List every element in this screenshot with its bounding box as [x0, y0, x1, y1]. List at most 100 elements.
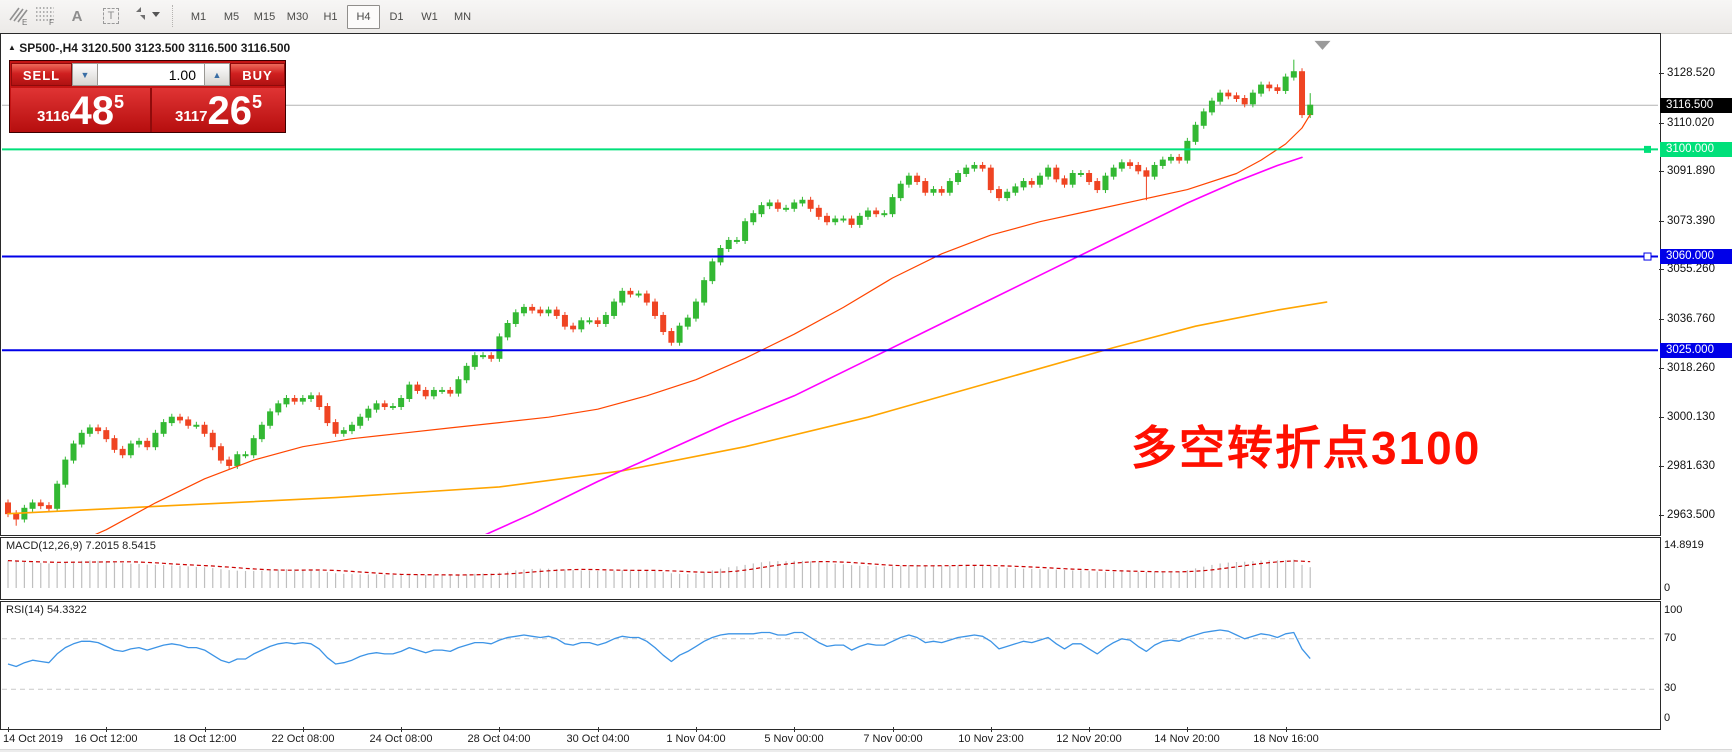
svg-text:F: F — [49, 18, 54, 26]
bid-prefix: 3116 — [37, 108, 70, 132]
level-price-label: 3100.000 — [1660, 142, 1732, 157]
time-tick — [106, 727, 107, 732]
price-tick-dash — [1659, 466, 1664, 467]
timeframe-button-w1[interactable]: W1 — [413, 5, 446, 29]
bid-big: 48 — [70, 91, 115, 132]
sell-button[interactable]: SELL — [11, 63, 72, 86]
time-tick-label: 14 Oct 2019 — [3, 733, 63, 745]
time-tick-label: 14 Nov 20:00 — [1154, 733, 1219, 745]
price-tick-label: 3018.260 — [1667, 361, 1715, 375]
timeframe-button-m15[interactable]: M15 — [248, 5, 281, 29]
bid-sup: 5 — [114, 88, 124, 113]
time-tick — [303, 727, 304, 732]
rsi-label: RSI(14) 54.3322 — [6, 604, 87, 616]
time-tick-label: 22 Oct 08:00 — [272, 733, 335, 745]
timeframe-button-d1[interactable]: D1 — [380, 5, 413, 29]
text-label-icon[interactable]: A — [64, 4, 90, 28]
price-tick-label: 3091.890 — [1667, 164, 1715, 178]
current-price-label: 3116.500 — [1660, 98, 1732, 113]
time-tick-label: 16 Oct 12:00 — [75, 733, 138, 745]
level-price-label: 3025.000 — [1660, 343, 1732, 358]
trading-app-window: E F A T M1M5M15M30H1H4D1W1MN — [0, 0, 1732, 752]
rsi-axis-label: 70 — [1664, 632, 1676, 644]
price-tick-dash — [1659, 269, 1664, 270]
time-tick — [598, 727, 599, 732]
price-tick-label: 3073.390 — [1667, 214, 1715, 228]
timeframe-button-mn[interactable]: MN — [446, 5, 479, 29]
price-tick-dash — [1659, 417, 1664, 418]
price-tick-label: 2963.500 — [1667, 508, 1715, 522]
collapse-icon[interactable]: ▲ — [8, 43, 16, 52]
ask-quote[interactable]: 3117265 — [152, 88, 285, 132]
time-tick-label: 5 Nov 00:00 — [764, 733, 823, 745]
timeframe-button-h1[interactable]: H1 — [314, 5, 347, 29]
timeframe-button-m5[interactable]: M5 — [215, 5, 248, 29]
time-tick — [893, 727, 894, 732]
chart-symbol: SP500-,H4 — [19, 41, 78, 55]
rsi-axis-label: 30 — [1664, 682, 1676, 694]
time-tick — [401, 727, 402, 732]
time-tick — [8, 727, 9, 732]
arrows-dropdown-icon[interactable] — [130, 4, 166, 28]
chart-annotation-text: 多空转折点3100 — [1131, 412, 1481, 478]
price-tick-dash — [1659, 123, 1664, 124]
chart-ohlc-quotes: 3120.500 3123.500 3116.500 3116.500 — [81, 41, 290, 55]
macd-label: MACD(12,26,9) 7.2015 8.5415 — [6, 540, 156, 552]
indicator-lines-e-icon[interactable]: E — [6, 4, 32, 28]
volume-decrease-button[interactable]: ▼ — [72, 63, 98, 86]
time-tick — [499, 727, 500, 732]
price-tick-label: 3128.520 — [1667, 66, 1715, 80]
fibonacci-grid-f-icon[interactable]: F — [34, 4, 60, 28]
rsi-axis-label: 0 — [1664, 712, 1670, 724]
time-tick — [794, 727, 795, 732]
text-box-glyph: T — [103, 8, 120, 24]
macd-name: MACD(12,26,9) — [6, 540, 82, 552]
price-tick-dash — [1659, 368, 1664, 369]
one-click-trade-panel: SELL ▼ ▲ BUY 3116485 3117265 — [9, 60, 286, 133]
macd-values: 7.2015 8.5415 — [85, 540, 155, 552]
time-tick-label: 12 Nov 20:00 — [1056, 733, 1121, 745]
timeframe-button-h4[interactable]: H4 — [347, 5, 380, 29]
volume-increase-button[interactable]: ▲ — [204, 63, 230, 86]
time-tick-label: 18 Nov 16:00 — [1253, 733, 1318, 745]
time-tick — [1089, 727, 1090, 732]
toolbar-separator — [172, 5, 174, 27]
price-tick-dash — [1659, 515, 1664, 516]
buy-button[interactable]: BUY — [230, 63, 285, 86]
level-price-label: 3060.000 — [1660, 249, 1732, 264]
time-tick — [696, 727, 697, 732]
timeframe-button-m30[interactable]: M30 — [281, 5, 314, 29]
time-tick-label: 7 Nov 00:00 — [863, 733, 922, 745]
price-tick-label: 3036.760 — [1667, 312, 1715, 326]
macd-axis-label: 14.8919 — [1664, 539, 1704, 551]
time-tick-label: 1 Nov 04:00 — [666, 733, 725, 745]
time-tick — [991, 727, 992, 732]
price-tick-dash — [1659, 73, 1664, 74]
bid-quote[interactable]: 3116485 — [11, 88, 152, 132]
rsi-value: 54.3322 — [47, 604, 87, 616]
timeframe-button-m1[interactable]: M1 — [182, 5, 215, 29]
price-tick-dash — [1659, 319, 1664, 320]
time-tick-label: 18 Oct 12:00 — [174, 733, 237, 745]
ask-big: 26 — [208, 91, 253, 132]
toolbar: E F A T M1M5M15M30H1H4D1W1MN — [0, 0, 1732, 34]
rsi-axis-label: 100 — [1664, 604, 1682, 616]
time-tick-label: 24 Oct 08:00 — [370, 733, 433, 745]
price-tick-label: 3055.260 — [1667, 262, 1715, 276]
chart-title: ▲ SP500-,H4 3120.500 3123.500 3116.500 3… — [8, 41, 290, 55]
time-tick-label: 28 Oct 04:00 — [468, 733, 531, 745]
price-tick-label: 2981.630 — [1667, 459, 1715, 473]
time-tick-label: 30 Oct 04:00 — [567, 733, 630, 745]
time-tick — [1286, 727, 1287, 732]
price-tick-label: 3000.130 — [1667, 410, 1715, 424]
text-box-icon[interactable]: T — [98, 4, 124, 28]
ask-sup: 5 — [252, 88, 262, 113]
volume-input[interactable] — [98, 63, 204, 86]
price-tick-label: 3110.020 — [1667, 116, 1714, 130]
time-tick-label: 10 Nov 23:00 — [958, 733, 1023, 745]
svg-text:E: E — [22, 18, 27, 26]
ask-prefix: 3117 — [175, 108, 208, 132]
rsi-canvas — [0, 601, 1659, 728]
time-tick — [1187, 727, 1188, 732]
macd-axis-label: 0 — [1664, 582, 1670, 594]
